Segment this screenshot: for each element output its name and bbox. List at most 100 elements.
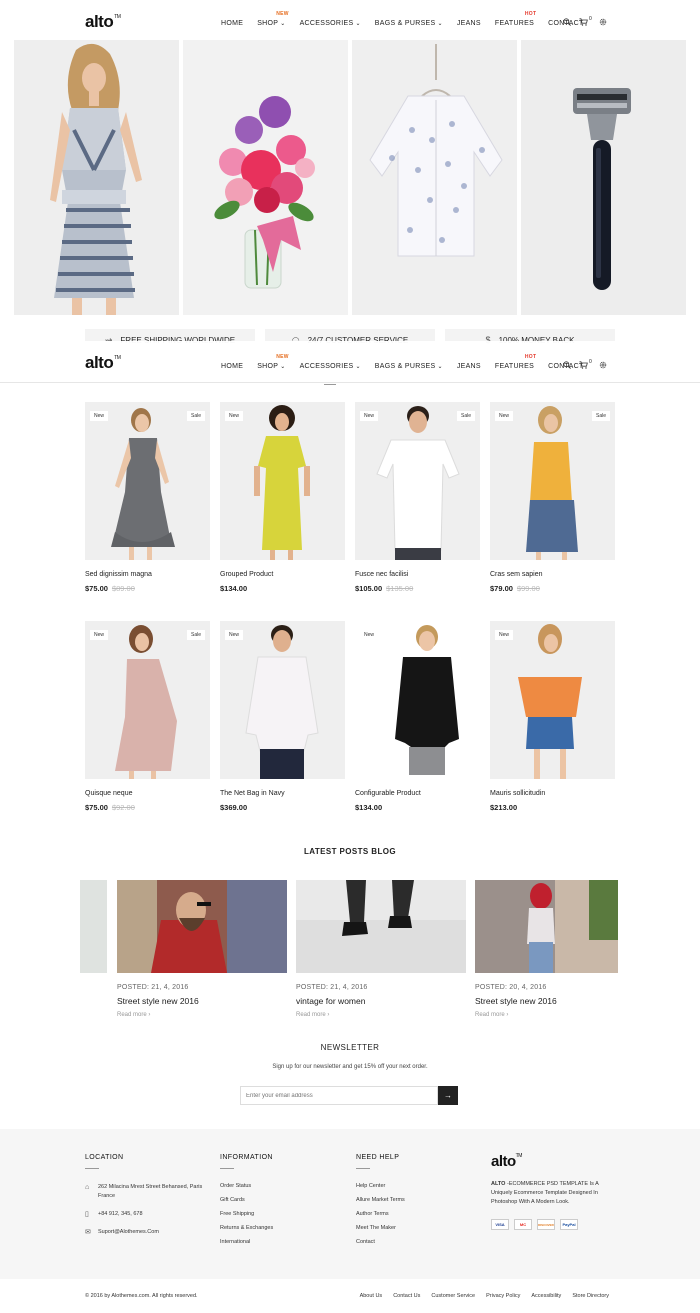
nav-bags[interactable]: BAGS & PURSES ⌄ [375,363,443,370]
bottom-links: About Us Contact Us Customer Service Pri… [360,1293,609,1299]
settings-icon[interactable] [599,18,607,26]
read-more-link[interactable]: Read more › [117,1012,287,1018]
product-image[interactable]: New Sale [355,402,480,560]
footer-link[interactable]: Allure Market Terms [356,1197,405,1203]
read-more-link[interactable]: Read more › [475,1012,645,1018]
footer-link[interactable]: Free Shipping [220,1211,273,1217]
blog-post[interactable]: POSTED: 21, 4, 2016 Street style new 201… [117,880,287,1018]
footer-link[interactable]: International [220,1239,273,1245]
product-name[interactable]: Mauris sollicitudin [490,790,615,797]
nav-shop[interactable]: SHOP ⌄ NEW [257,354,288,370]
post-title[interactable]: vintage for women [296,996,466,1006]
nav-shop[interactable]: SHOP ⌄ NEW [257,11,288,27]
search-icon[interactable] [563,18,571,26]
product-name[interactable]: Grouped Product [220,571,345,578]
product-price: $213.00 [490,803,518,812]
search-icon[interactable] [563,361,571,369]
product-name[interactable]: Cras sem sapien [490,571,615,578]
hero-panel-dress[interactable] [14,40,179,315]
cart-button[interactable]: 0 [579,359,592,369]
blog-image-peek[interactable] [80,880,107,973]
email-item[interactable]: ✉ Suport@Alothemes.Com [85,1228,210,1237]
post-title[interactable]: Street style new 2016 [117,996,287,1006]
product-card[interactable]: New Configurable Product $134.00 [355,621,480,812]
subscribe-button[interactable]: → [438,1086,458,1105]
product-price: $79.00 $99.00 [490,584,540,593]
product-image[interactable]: New [355,621,480,779]
product-card[interactable]: New Grouped Product $134.00 [220,402,345,593]
nav-home[interactable]: HOME [221,20,243,27]
hero-panel-flowers[interactable] [183,40,348,315]
blog-image[interactable] [475,880,618,973]
nav-features[interactable]: FEATURES HOT [495,354,536,370]
bottom-link-accessibility[interactable]: Accessibility [531,1293,561,1299]
product-image[interactable]: New [220,621,345,779]
logo[interactable]: altoTM [85,353,121,373]
product-image[interactable]: New [490,621,615,779]
footer-link[interactable]: Help Center [356,1183,405,1189]
hero-panel-razor[interactable] [521,40,686,315]
nav-home[interactable]: HOME [221,363,243,370]
bottom-link-contact[interactable]: Contact Us [393,1293,420,1299]
product-photo [254,405,310,560]
footer-heading: INFORMATION [220,1154,273,1161]
product-card[interactable]: New The Net Bag in Navy $369.00 [220,621,345,812]
footer-link[interactable]: Author Terms [356,1211,405,1217]
nav-bags[interactable]: BAGS & PURSES ⌄ [375,20,443,27]
footer-logo[interactable]: altoTM [491,1153,616,1170]
blog-image[interactable] [296,880,466,973]
nav-accessories[interactable]: ACCESSORIES ⌄ [300,363,361,370]
hero-panel-shirt[interactable] [352,40,517,315]
blog-post[interactable]: POSTED: 20, 4, 2016 Street style new 201… [475,880,645,1018]
product-card[interactable]: New Sale Sed dignissim magna $75.00 $89.0… [85,402,210,593]
product-card[interactable]: New Sale Fusce nec facilisi $105.00 $135.… [355,402,480,593]
email-field[interactable] [240,1086,438,1105]
footer-link[interactable]: Contact [356,1239,405,1245]
logo[interactable]: altoTM [85,12,121,32]
paypal-icon: PayPal [560,1219,578,1230]
read-more-link[interactable]: Read more › [296,1012,466,1018]
footer-link[interactable]: Returns & Exchanges [220,1225,273,1231]
post-title[interactable]: Street style new 2016 [475,996,645,1006]
bottom-link-stores[interactable]: Store Directory [572,1293,609,1299]
product-name[interactable]: The Net Bag in Navy [220,790,345,797]
bottom-link-privacy[interactable]: Privacy Policy [486,1293,520,1299]
hero-banner [14,40,686,315]
footer-link[interactable]: Order Status [220,1183,273,1189]
address-item: ⌂ 262 Milacina Mrest Street Behansed, Par… [85,1184,203,1199]
bottom-link-service[interactable]: Customer Service [431,1293,475,1299]
product-price: $134.00 [220,584,248,593]
footer-heading: LOCATION [85,1154,124,1161]
cart-button[interactable]: 0 [579,16,592,26]
nav-accessories[interactable]: ACCESSORIES ⌄ [300,20,361,27]
product-card[interactable]: New Sale Quisque neque $75.00 $92.00 [85,621,210,812]
product-name[interactable]: Sed dignissim magna [85,571,210,578]
product-name[interactable]: Configurable Product [355,790,480,797]
main-nav: HOME SHOP ⌄ NEW ACCESSORIES ⌄ BAGS & PURSES… [221,354,598,370]
chevron-down-icon: ⌄ [437,21,443,27]
product-card[interactable]: New Sale Cras sem sapien $79.00 $99.00 [490,402,615,593]
product-image[interactable]: New Sale [85,621,210,779]
footer-link[interactable]: Meet The Maker [356,1225,405,1231]
product-name[interactable]: Fusce nec facilisi [355,571,480,578]
footer-link[interactable]: Gift Cards [220,1197,273,1203]
blog-image[interactable] [117,880,287,973]
nav-jeans[interactable]: JEANS [457,20,481,27]
product-photo [245,625,319,779]
bottom-link-about[interactable]: About Us [360,1293,383,1299]
new-tag: New [495,630,514,640]
product-grid-row-2: New Sale Quisque neque $75.00 $92.00 New … [85,621,615,812]
nav-jeans[interactable]: JEANS [457,363,481,370]
product-image[interactable]: New Sale [490,402,615,560]
razor-image [573,88,631,290]
flowers-image [214,96,315,289]
product-name[interactable]: Quisque neque [85,790,210,797]
settings-icon[interactable] [599,361,607,369]
product-image[interactable]: New Sale [85,402,210,560]
product-image[interactable]: New [220,402,345,560]
product-card[interactable]: New Mauris sollicitudin $213.00 [490,621,615,812]
nav-features[interactable]: FEATURES HOT [495,11,536,27]
cart-icon [579,18,588,26]
sale-tag: Sale [456,411,475,421]
blog-post[interactable]: POSTED: 21, 4, 2016 vintage for women Re… [296,880,466,1018]
